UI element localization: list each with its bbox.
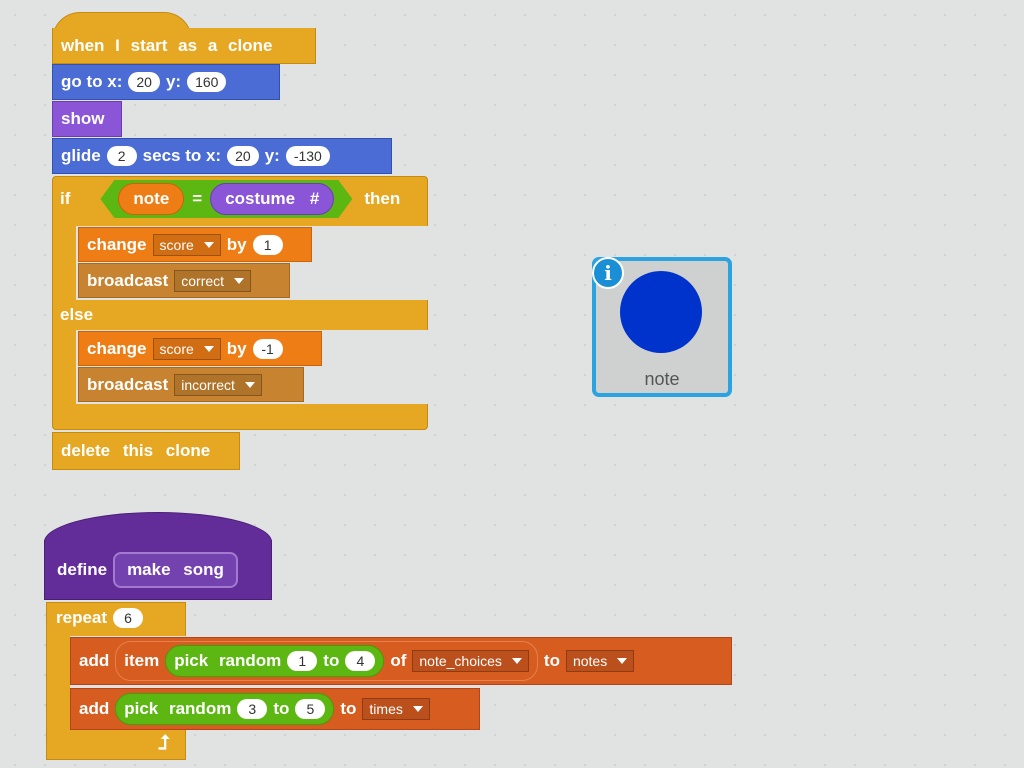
chevron-down-icon: [617, 658, 628, 664]
chevron-down-icon: [203, 241, 214, 248]
change-label: change: [87, 338, 147, 358]
go-to-xy-block[interactable]: go to x: 20 y: 160: [52, 64, 280, 100]
message-dropdown-label: correct: [181, 272, 225, 289]
to-label: to: [273, 699, 290, 718]
sprite-thumbnail[interactable]: note i: [592, 257, 732, 397]
info-icon[interactable]: i: [592, 257, 624, 289]
message-dropdown-1[interactable]: correct: [174, 269, 252, 292]
notes-list-dropdown[interactable]: notes: [565, 650, 635, 672]
times-list-dropdown[interactable]: times: [362, 698, 430, 720]
change-score-block-2[interactable]: change score by -1: [78, 331, 322, 366]
pick-random-label: pick random: [174, 651, 282, 670]
score-dropdown-label: score: [159, 340, 194, 357]
if-header: if note = costume # then: [60, 180, 400, 218]
broadcast-correct-block[interactable]: broadcast correct: [78, 263, 290, 298]
score-dropdown-2[interactable]: score: [152, 337, 221, 360]
repeat-label: repeat: [56, 608, 108, 627]
to-list-label: to: [340, 699, 357, 718]
else-label-row: else: [60, 302, 93, 328]
delete-this-clone-block[interactable]: delete this clone: [52, 432, 240, 470]
random-from-input-1[interactable]: 1: [287, 651, 318, 671]
sprite-costume-circle: [620, 271, 702, 353]
to-label: to: [323, 651, 340, 670]
show-block[interactable]: show: [52, 101, 122, 137]
item-of-list-reporter[interactable]: item pick random 1 to 4 of note_choices: [115, 641, 538, 681]
by-label: by: [226, 234, 247, 254]
broadcast-label: broadcast: [87, 374, 169, 394]
costume-number-reporter[interactable]: costume #: [210, 183, 334, 215]
to-list-label: to: [543, 651, 560, 670]
score-dropdown-1[interactable]: score: [152, 233, 221, 256]
info-icon-glyph: i: [604, 261, 612, 285]
note-reporter[interactable]: note: [118, 183, 184, 215]
glide-x-input[interactable]: 20: [227, 146, 259, 166]
change-score-block-1[interactable]: change score by 1: [78, 227, 312, 262]
change-label: change: [87, 234, 147, 254]
broadcast-label: broadcast: [87, 270, 169, 290]
define-label: define: [57, 559, 108, 579]
add-label: add: [79, 651, 110, 670]
score-dropdown-label: score: [159, 236, 194, 253]
glide-y-input[interactable]: -130: [285, 146, 330, 166]
else-label: else: [60, 305, 94, 324]
add-label: add: [79, 699, 110, 718]
if-label: if: [60, 189, 71, 208]
list-dst-label: times: [369, 701, 403, 717]
list-dst-label: notes: [572, 653, 608, 669]
then-label: then: [364, 189, 401, 208]
pick-random-reporter-1[interactable]: pick random 1 to 4: [165, 645, 385, 677]
define-make-song-block[interactable]: define make song: [44, 540, 272, 600]
random-from-input-2[interactable]: 3: [237, 699, 268, 719]
goto-y-label: y:: [165, 72, 182, 91]
repeat-count-input[interactable]: 6: [113, 608, 144, 628]
message-dropdown-label: incorrect: [181, 376, 235, 393]
delete-clone-label: delete this clone: [61, 441, 211, 460]
repeat-loop-arrow-icon: ⮥: [158, 732, 170, 754]
broadcast-incorrect-block[interactable]: broadcast incorrect: [78, 367, 304, 402]
goto-x-input[interactable]: 20: [128, 72, 160, 92]
goto-y-input[interactable]: 160: [187, 72, 227, 92]
random-to-input-1[interactable]: 4: [345, 651, 376, 671]
pick-random-label: pick random: [124, 699, 232, 718]
chevron-down-icon: [234, 277, 245, 284]
chevron-down-icon: [412, 706, 423, 712]
list-src-label: note_choices: [419, 653, 502, 669]
chevron-down-icon: [511, 658, 522, 664]
condition-hexagon[interactable]: note = costume #: [100, 180, 352, 218]
repeat-header: repeat 6: [56, 604, 144, 632]
hat-label: when I start as a clone: [61, 35, 273, 55]
pick-random-reporter-2[interactable]: pick random 3 to 5: [115, 693, 335, 725]
of-label: of: [390, 651, 407, 670]
item-label: item: [124, 651, 160, 670]
message-dropdown-2[interactable]: incorrect: [174, 373, 262, 396]
glide-secs-input[interactable]: 2: [106, 146, 137, 166]
glide-secs-label: secs to x:: [142, 146, 222, 165]
equals-operator: =: [192, 189, 203, 208]
procedure-prototype[interactable]: make song: [113, 551, 238, 588]
random-to-input-2[interactable]: 5: [295, 699, 326, 719]
glide-y-label: y:: [264, 146, 280, 165]
note-choices-dropdown[interactable]: note_choices: [412, 650, 529, 672]
change-value-input-2[interactable]: -1: [252, 338, 283, 359]
goto-label: go to x:: [61, 72, 123, 91]
glide-block[interactable]: glide 2 secs to x: 20 y: -130: [52, 138, 392, 174]
by-label: by: [226, 338, 247, 358]
show-label: show: [61, 109, 105, 128]
add-random-to-times-block[interactable]: add pick random 3 to 5 to times: [70, 688, 480, 730]
sprite-name: note: [644, 369, 680, 389]
change-value-input-1[interactable]: 1: [252, 234, 283, 255]
chevron-down-icon: [244, 381, 255, 388]
glide-label: glide: [61, 146, 101, 165]
chevron-down-icon: [203, 345, 214, 352]
when-start-as-clone-hat[interactable]: when I start as a clone: [52, 28, 316, 64]
add-item-to-notes-block[interactable]: add item pick random 1 to 4 of note_choi…: [70, 637, 732, 685]
